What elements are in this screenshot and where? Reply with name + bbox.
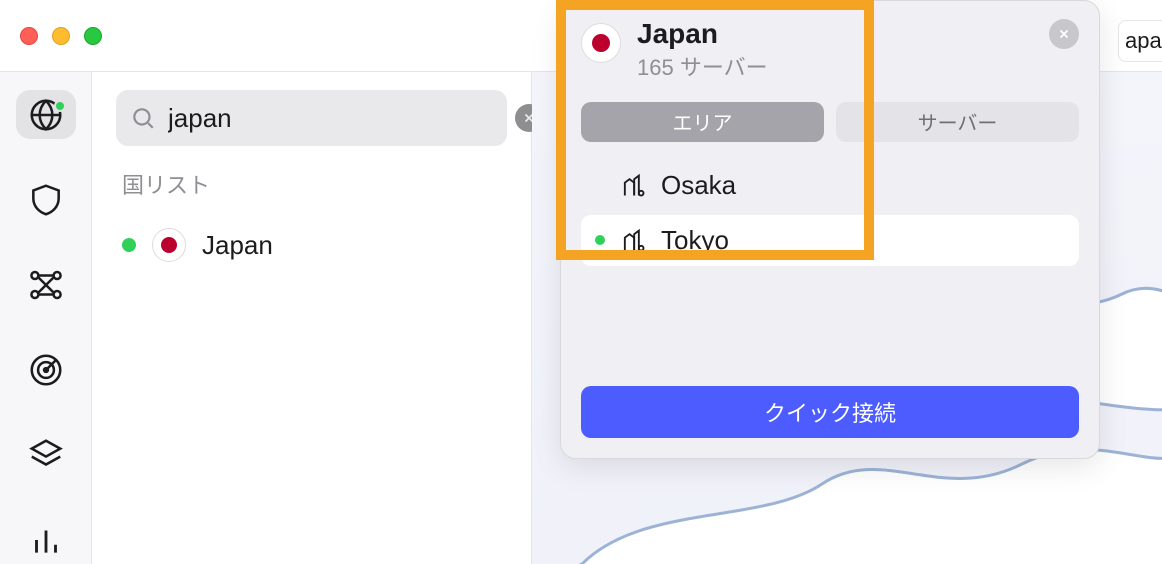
country-popover: Japan 165 サーバー エリア サーバー (560, 0, 1100, 459)
country-name-label: Japan (202, 230, 273, 261)
traffic-lights (20, 27, 102, 45)
area-name-label: Osaka (661, 170, 736, 201)
shield-icon (27, 181, 65, 219)
area-name-label: Tokyo (661, 225, 729, 256)
close-window-button[interactable] (20, 27, 38, 45)
area-list: Osaka Tokyo (581, 160, 1079, 266)
connection-status-dot (54, 100, 66, 112)
area-status-dot (595, 235, 605, 245)
tab-area[interactable]: エリア (581, 102, 824, 142)
nav-radar[interactable] (16, 345, 76, 394)
nav-globe[interactable] (16, 90, 76, 139)
nav-layers[interactable] (16, 430, 76, 479)
popover-close-button[interactable] (1049, 19, 1079, 49)
nav-shield[interactable] (16, 175, 76, 224)
minimize-window-button[interactable] (52, 27, 70, 45)
nav-mesh[interactable] (16, 260, 76, 309)
nav-stats[interactable] (16, 515, 76, 564)
country-list-label: 国リスト (116, 168, 507, 200)
secondary-search-fragment[interactable]: apa (1118, 20, 1162, 62)
country-list-panel: 国リスト Japan (92, 72, 532, 564)
popover-header: Japan 165 サーバー (581, 19, 1079, 82)
search-field[interactable] (116, 90, 507, 146)
search-icon (130, 105, 156, 131)
popover-tabs: エリア サーバー (581, 102, 1079, 142)
city-icon (619, 226, 647, 254)
popover-subtitle: 165 サーバー (637, 50, 768, 82)
radar-icon (27, 351, 65, 389)
search-input[interactable] (168, 103, 503, 134)
zoom-window-button[interactable] (84, 27, 102, 45)
popover-title: Japan (637, 19, 768, 50)
app-window: 国リスト Japan Japan 165 サーバー (0, 0, 1162, 564)
quick-connect-button[interactable]: クイック接続 (581, 386, 1079, 438)
flag-japan-icon (581, 23, 621, 63)
country-row-japan[interactable]: Japan (116, 222, 507, 268)
mesh-icon (27, 266, 65, 304)
tab-server[interactable]: サーバー (836, 102, 1079, 142)
layers-icon (27, 436, 65, 474)
nav-sidebar (0, 72, 92, 564)
city-icon (619, 171, 647, 199)
area-row-osaka[interactable]: Osaka (581, 160, 1079, 211)
area-status-dot (595, 180, 605, 190)
flag-japan-icon (152, 228, 186, 262)
stats-icon (27, 521, 65, 559)
close-icon (1057, 27, 1071, 41)
country-status-dot (122, 238, 136, 252)
area-row-tokyo[interactable]: Tokyo (581, 215, 1079, 266)
